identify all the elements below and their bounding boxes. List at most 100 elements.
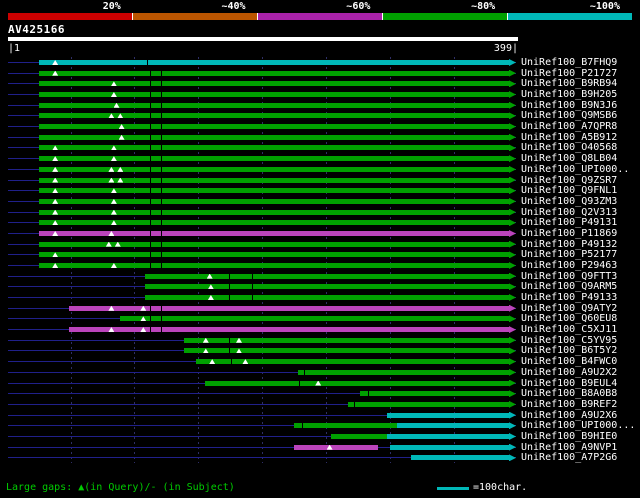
alignment-bar[interactable] (144, 273, 509, 279)
hit-label[interactable]: UniRef100_B9RB94 (521, 78, 617, 89)
alignment-bar[interactable] (38, 209, 509, 215)
alignment-bar[interactable] (293, 423, 398, 429)
alignment-bar[interactable] (195, 359, 509, 365)
alignment-row: UniRef100_P49131 (0, 217, 640, 228)
hit-label[interactable]: UniRef100_B9N3J6 (521, 100, 617, 111)
alignment-bar[interactable] (38, 220, 509, 226)
segment-tick (304, 369, 306, 375)
alignment-bar[interactable] (144, 295, 509, 301)
bar-arrowhead-icon (509, 443, 516, 451)
alignment-bar[interactable] (38, 145, 509, 151)
hit-label[interactable]: UniRef100_Q2V313 (521, 207, 617, 218)
alignment-row: UniRef100_Q93ZM3 (0, 196, 640, 207)
alignment-bar[interactable] (38, 263, 509, 268)
alignment-bar[interactable] (184, 348, 509, 354)
alignment-bar[interactable] (347, 401, 509, 407)
segment-tick (149, 316, 151, 322)
alignment-bar[interactable] (297, 369, 509, 375)
bar-arrowhead-icon (509, 91, 516, 99)
hit-label[interactable]: UniRef100_Q9FNL1 (521, 185, 617, 196)
hit-label[interactable]: UniRef100_C5XJ11 (521, 324, 617, 335)
hit-label[interactable]: UniRef100_B8A0B8 (521, 388, 617, 399)
hit-label[interactable]: UniRef100_B9HIE0 (521, 431, 617, 442)
alignment-overview-screen: 20% ~40% ~60% ~80% ~100% AV425166 |1 399| Un… (0, 0, 640, 498)
segment-tick (161, 198, 163, 204)
bar-arrowhead-icon (509, 272, 516, 280)
bar-arrowhead-icon (509, 112, 516, 120)
bar-arrowhead-icon (509, 368, 516, 376)
hit-label[interactable]: UniRef100_P49133 (521, 292, 617, 303)
segment-tick (161, 241, 163, 247)
alignment-bar[interactable] (38, 188, 509, 194)
alignment-bar[interactable] (411, 455, 509, 461)
hit-label[interactable]: UniRef100_UPI000.. (521, 164, 629, 175)
hit-label[interactable]: UniRef100_P52177 (521, 249, 617, 260)
alignment-bar[interactable] (293, 444, 379, 450)
alignment-bar[interactable] (38, 198, 509, 204)
alignment-bar[interactable] (387, 412, 509, 418)
alignment-row: UniRef100_P49133 (0, 292, 640, 303)
hit-label[interactable]: UniRef100_Q9ATY2 (521, 303, 617, 314)
hit-label[interactable]: UniRef100_Q93ZM3 (521, 196, 617, 207)
alignment-bar[interactable] (69, 327, 509, 333)
hit-label[interactable]: UniRef100_P21727 (521, 68, 617, 79)
segment-tick (149, 166, 151, 172)
hit-label[interactable]: UniRef100_B4FWC0 (521, 356, 617, 367)
hit-label[interactable]: UniRef100_A7QPR8 (521, 121, 617, 132)
alignment-bar[interactable] (38, 92, 509, 98)
hit-label[interactable]: UniRef100_B9REF2 (521, 399, 617, 410)
hit-label[interactable]: UniRef100_P49131 (521, 217, 617, 228)
alignment-bar[interactable] (389, 444, 509, 450)
hit-label[interactable]: UniRef100_Q9ARM5 (521, 281, 617, 292)
alignment-bar[interactable] (144, 284, 509, 290)
segment-tick (149, 220, 151, 226)
alignment-row: UniRef100_Q8LB04 (0, 153, 640, 164)
alignment-bar[interactable] (184, 337, 509, 343)
alignment-bar[interactable] (38, 156, 509, 162)
alignment-bar[interactable] (38, 134, 509, 140)
segment-tick (161, 92, 163, 98)
hit-label[interactable]: UniRef100_P29463 (521, 260, 617, 271)
segment-tick (161, 305, 163, 311)
hit-label[interactable]: UniRef100_P11869 (521, 228, 617, 239)
hit-label[interactable]: UniRef100_O40568 (521, 142, 617, 153)
hit-label[interactable]: UniRef100_A9U2X2 (521, 367, 617, 378)
hit-label[interactable]: UniRef100_C5YV95 (521, 335, 617, 346)
alignment-bar[interactable] (330, 433, 388, 439)
alignment-bar[interactable] (120, 316, 509, 322)
alignment-row: UniRef100_Q9FNL1 (0, 185, 640, 196)
alignment-bar[interactable] (38, 70, 509, 76)
hit-label[interactable]: UniRef100_B9H205 (521, 89, 617, 100)
bar-arrowhead-icon (509, 176, 516, 184)
alignment-row: UniRef100_Q9FTT3 (0, 271, 640, 282)
alignment-bar[interactable] (397, 423, 509, 429)
alignment-bar[interactable] (360, 391, 509, 397)
alignment-bar[interactable] (38, 252, 509, 258)
bar-arrowhead-icon (509, 155, 516, 163)
alignment-bar[interactable] (38, 102, 509, 108)
segment-tick (353, 401, 355, 407)
segment-tick (149, 70, 151, 76)
hit-label[interactable]: UniRef100_Q9FTT3 (521, 271, 617, 282)
alignment-bar[interactable] (38, 81, 509, 87)
hit-label[interactable]: UniRef100_A7P2G6 (521, 452, 617, 463)
alignment-bar[interactable] (38, 60, 509, 65)
hit-label[interactable]: UniRef100_B7FHQ9 (521, 57, 617, 68)
hit-label[interactable]: UniRef100_Q9ZSR7 (521, 175, 617, 186)
hit-label[interactable]: UniRef100_B6T5Y2 (521, 345, 617, 356)
hit-label[interactable]: UniRef100_A9U2X6 (521, 410, 617, 421)
hit-label[interactable]: UniRef100_UPI000... (521, 420, 635, 431)
segment-tick (367, 391, 369, 397)
hit-label[interactable]: UniRef100_A9NVP1 (521, 442, 617, 453)
alignment-bar[interactable] (38, 124, 509, 130)
hit-label[interactable]: UniRef100_B9EUL4 (521, 378, 617, 389)
alignment-bar[interactable] (204, 380, 509, 386)
segment-tick (149, 177, 151, 183)
hit-label[interactable]: UniRef100_A5B912 (521, 132, 617, 143)
hit-label[interactable]: UniRef100_Q8LB04 (521, 153, 617, 164)
hit-label[interactable]: UniRef100_Q9MSB6 (521, 110, 617, 121)
hit-label[interactable]: UniRef100_P49132 (521, 239, 617, 250)
hit-label[interactable]: UniRef100_Q60EU8 (521, 313, 617, 324)
alignment-bar[interactable] (387, 433, 509, 439)
alignment-bar[interactable] (69, 305, 509, 311)
